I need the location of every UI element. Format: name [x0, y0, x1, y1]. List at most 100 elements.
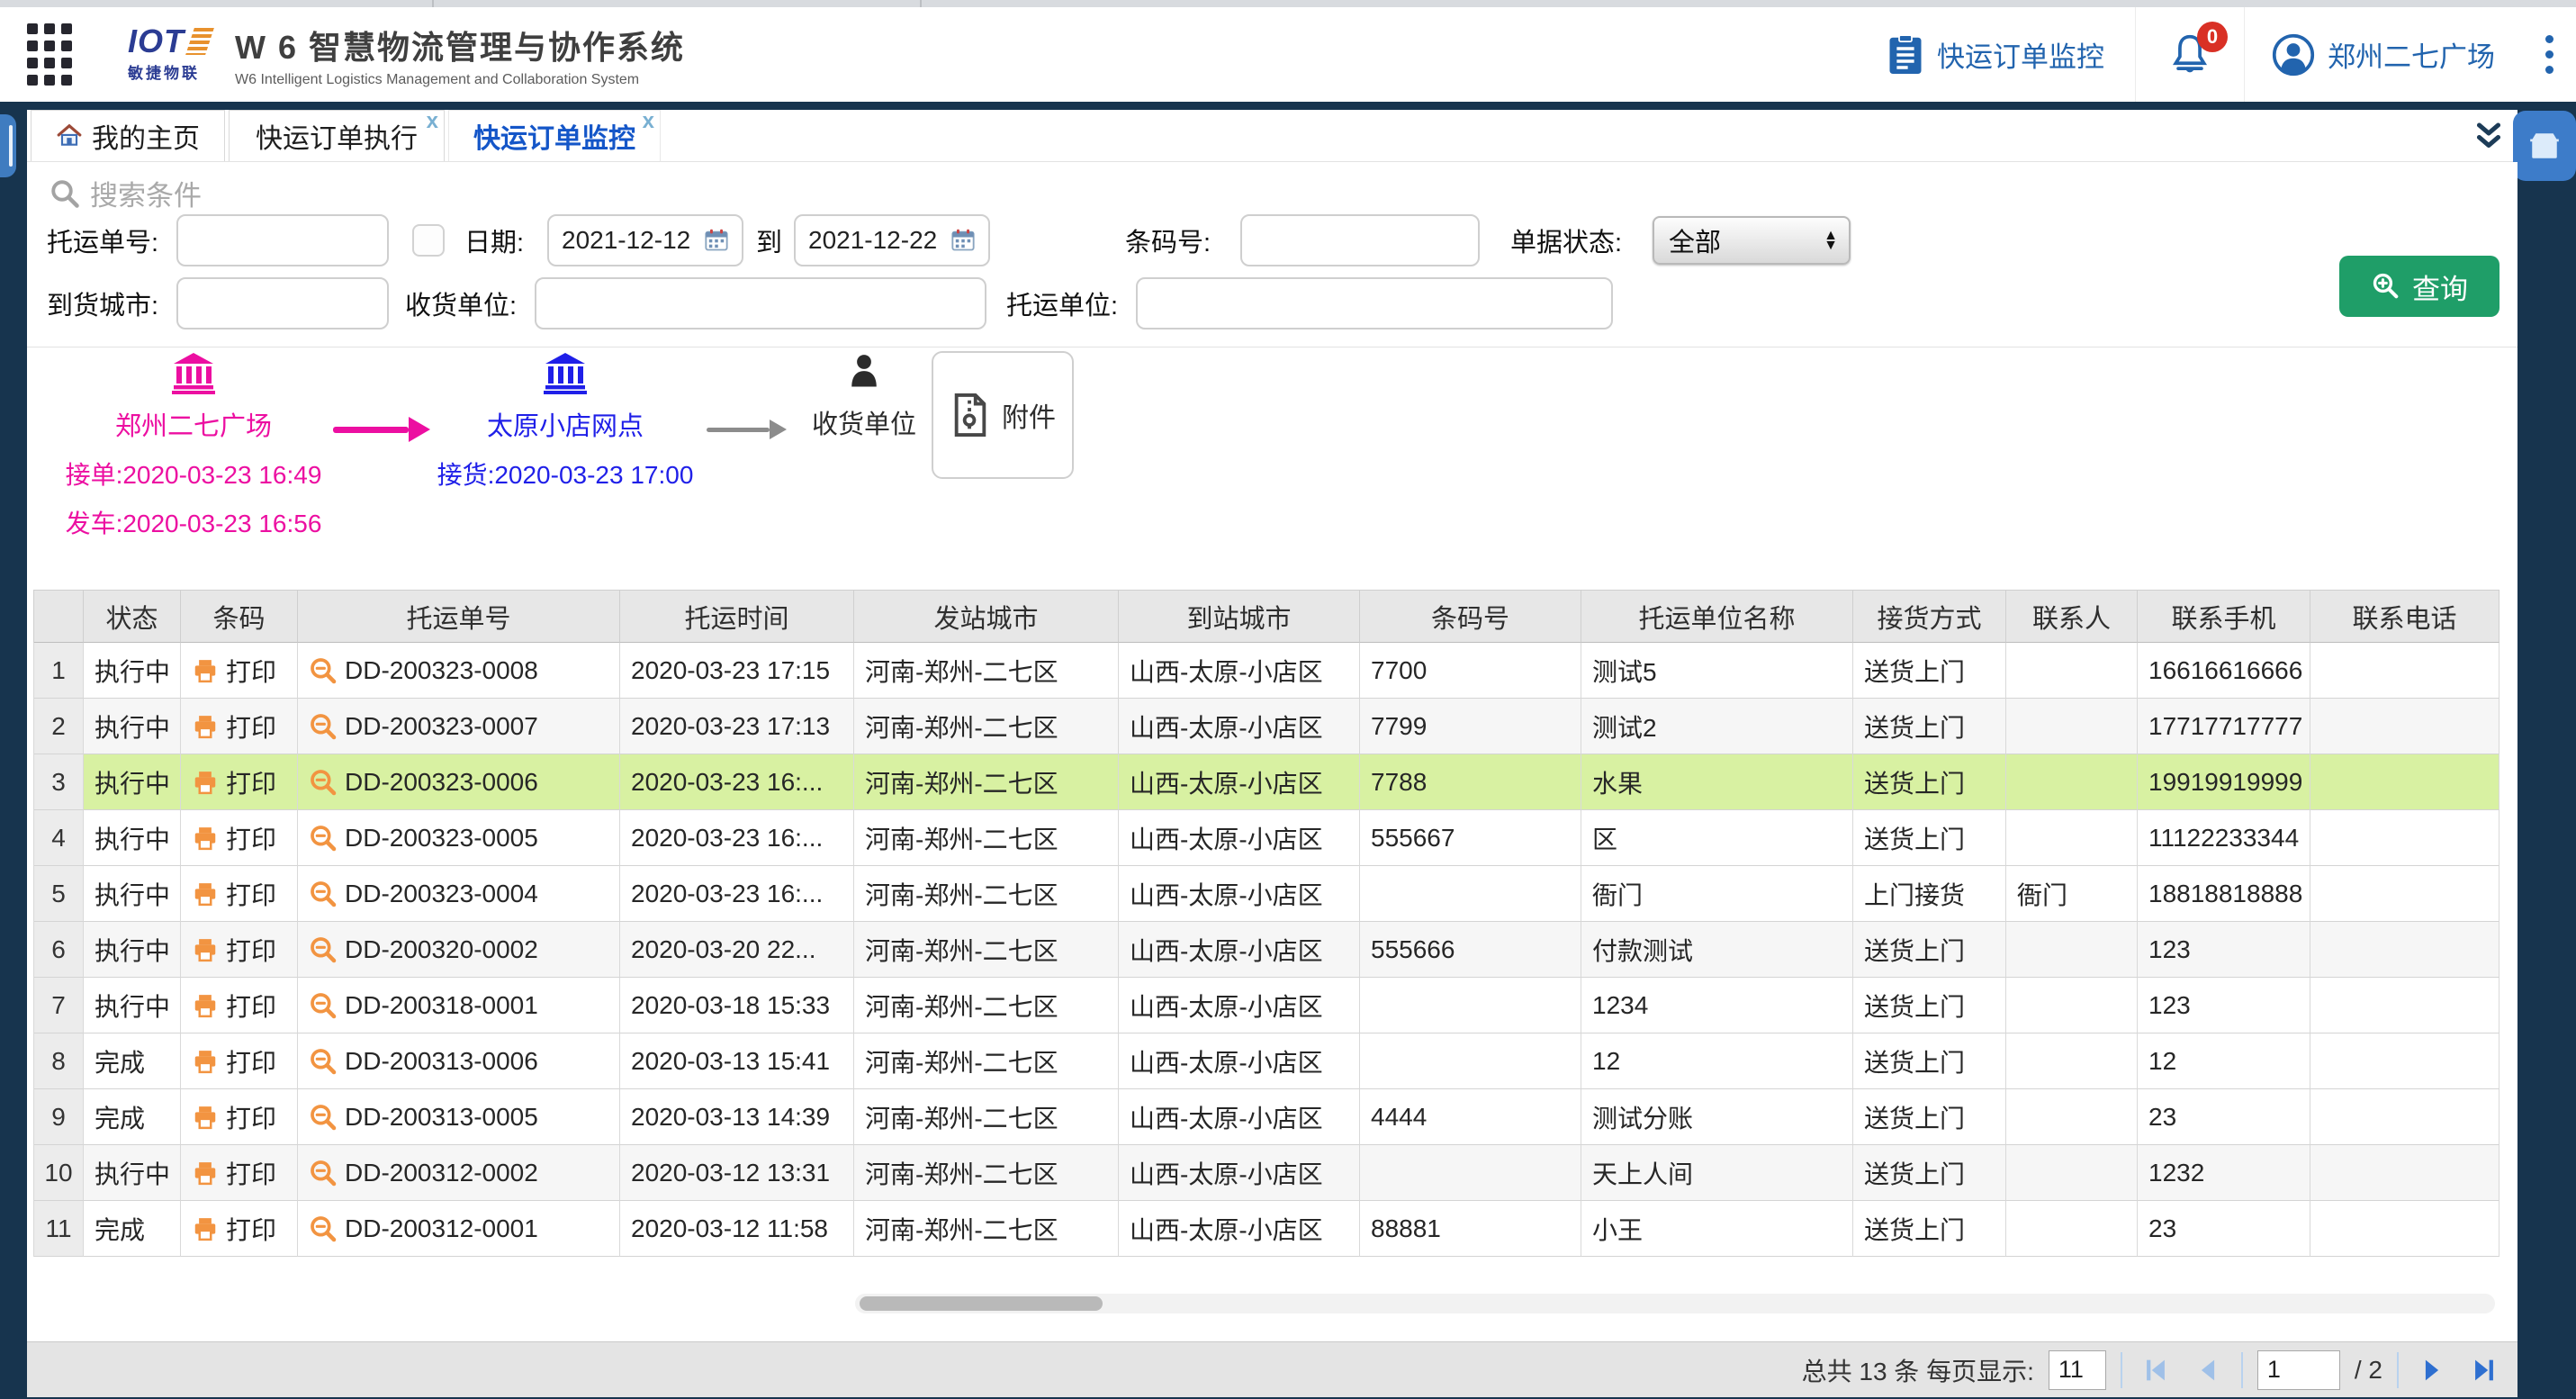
- column-header[interactable]: 接货方式: [1853, 591, 2006, 643]
- shipper-input[interactable]: [1136, 277, 1613, 329]
- cell-phone: [2310, 643, 2499, 699]
- column-header[interactable]: 条码: [181, 591, 298, 643]
- company-logo: IOT 敏捷物联: [128, 26, 210, 83]
- tab-order-monitor[interactable]: 快运订单监控 x: [448, 110, 661, 161]
- collapse-tabs-button[interactable]: [2472, 110, 2505, 161]
- scrollbar-thumb[interactable]: [860, 1296, 1103, 1311]
- cell-contact: 衙门: [2006, 866, 2138, 922]
- waybill-input[interactable]: [176, 214, 389, 266]
- last-page-button[interactable]: [2465, 1355, 2503, 1385]
- column-header[interactable]: 托运单位名称: [1581, 591, 1853, 643]
- status-select[interactable]: 全部 ▲▼: [1653, 216, 1851, 265]
- current-page-input[interactable]: [2257, 1350, 2340, 1390]
- date-from-input[interactable]: 2021-12-12: [547, 214, 743, 266]
- receiver-input[interactable]: [535, 277, 986, 329]
- dest-city-input[interactable]: [176, 277, 389, 329]
- print-button[interactable]: 打印: [181, 754, 298, 810]
- print-button[interactable]: 打印: [181, 978, 298, 1033]
- table-row[interactable]: 9完成打印DD-200313-00052020-03-13 14:39河南-郑州…: [33, 1089, 2499, 1145]
- user-menu[interactable]: 郑州二七广场: [2245, 7, 2522, 102]
- column-header[interactable]: 联系电话: [2310, 591, 2499, 643]
- table-row[interactable]: 5执行中打印DD-200323-00042020-03-23 16:...河南-…: [33, 866, 2499, 922]
- app-subtitle: W6 Intelligent Logistics Management and …: [235, 72, 685, 88]
- query-button[interactable]: 查询: [2339, 256, 2499, 317]
- archive-dock-button[interactable]: [2513, 111, 2576, 181]
- table-row[interactable]: 2执行中打印DD-200323-00072020-03-23 17:13河南-郑…: [33, 699, 2499, 754]
- waybill-link[interactable]: DD-200323-0005: [298, 810, 620, 866]
- origin-name: 郑州二七广场: [115, 405, 272, 443]
- date-filter-checkbox[interactable]: [412, 224, 445, 257]
- user-name: 郑州二七广场: [2328, 34, 2495, 75]
- waybill-link[interactable]: DD-200318-0001: [298, 978, 620, 1033]
- waybill-link[interactable]: DD-200323-0004: [298, 866, 620, 922]
- table-row[interactable]: 1执行中打印DD-200323-00082020-03-23 17:15河南-郑…: [33, 643, 2499, 699]
- table-row[interactable]: 4执行中打印DD-200323-00052020-03-23 16:...河南-…: [33, 810, 2499, 866]
- column-header[interactable]: 联系人: [2006, 591, 2138, 643]
- cell-time: 2020-03-13 15:41: [620, 1033, 854, 1089]
- next-page-button[interactable]: [2413, 1355, 2451, 1385]
- cell-barcode: [1360, 1033, 1581, 1089]
- magnifier-minus-icon: [309, 1047, 338, 1076]
- waybill-link[interactable]: DD-200323-0008: [298, 643, 620, 699]
- close-icon[interactable]: x: [643, 111, 654, 132]
- print-button[interactable]: 打印: [181, 1145, 298, 1201]
- print-button[interactable]: 打印: [181, 643, 298, 699]
- waybill-link[interactable]: DD-200313-0006: [298, 1033, 620, 1089]
- print-label: 打印: [226, 653, 276, 689]
- print-button[interactable]: 打印: [181, 1201, 298, 1257]
- waybill-link[interactable]: DD-200312-0001: [298, 1201, 620, 1257]
- column-header[interactable]: 到站城市: [1119, 591, 1360, 643]
- table-row[interactable]: 3执行中打印DD-200323-00062020-03-23 16:...河南-…: [33, 754, 2499, 810]
- page-size-input[interactable]: [2049, 1350, 2106, 1390]
- notifications-button[interactable]: 0: [2136, 7, 2244, 102]
- prev-page-button[interactable]: [2189, 1355, 2227, 1385]
- column-header[interactable]: 条码号: [1360, 591, 1581, 643]
- paging-prev-icon: [2193, 1355, 2223, 1385]
- cell-phone: [2310, 978, 2499, 1033]
- cell-mobile: 12: [2138, 1033, 2310, 1089]
- table-row[interactable]: 6执行中打印DD-200320-00022020-03-20 22...河南-郑…: [33, 922, 2499, 978]
- column-header[interactable]: 联系手机: [2138, 591, 2310, 643]
- cell-status: 完成: [84, 1201, 181, 1257]
- print-button[interactable]: 打印: [181, 1089, 298, 1145]
- tab-label: 快运订单监控: [473, 116, 635, 156]
- table-row[interactable]: 8完成打印DD-200313-00062020-03-13 15:41河南-郑州…: [33, 1033, 2499, 1089]
- app-launcher-grid-icon[interactable]: [27, 23, 74, 86]
- quick-link-order-monitor[interactable]: 快运订单监控: [1856, 7, 2135, 102]
- first-page-button[interactable]: [2137, 1355, 2175, 1385]
- barcode-input[interactable]: [1240, 214, 1480, 266]
- waybill-link[interactable]: DD-200323-0006: [298, 754, 620, 810]
- print-button[interactable]: 打印: [181, 699, 298, 754]
- column-header[interactable]: 托运单号: [298, 591, 620, 643]
- print-button[interactable]: 打印: [181, 922, 298, 978]
- attachment-button[interactable]: 附件: [932, 351, 1074, 479]
- close-icon[interactable]: x: [427, 111, 438, 132]
- waybill-link[interactable]: DD-200320-0002: [298, 922, 620, 978]
- search-icon: [49, 177, 81, 210]
- table-row[interactable]: 10执行中打印DD-200312-00022020-03-12 13:31河南-…: [33, 1145, 2499, 1201]
- table-row[interactable]: 7执行中打印DD-200318-00012020-03-18 15:33河南-郑…: [33, 978, 2499, 1033]
- column-header[interactable]: 发站城市: [854, 591, 1119, 643]
- waybill-link[interactable]: DD-200313-0005: [298, 1089, 620, 1145]
- print-button[interactable]: 打印: [181, 810, 298, 866]
- print-button[interactable]: 打印: [181, 1033, 298, 1089]
- horizontal-scrollbar[interactable]: [855, 1294, 2495, 1313]
- paging-first-icon: [2140, 1355, 2171, 1385]
- left-dock-button[interactable]: [0, 114, 16, 177]
- tab-order-execution[interactable]: 快运订单执行 x: [229, 110, 445, 161]
- kebab-menu-icon[interactable]: [2522, 7, 2576, 102]
- print-button[interactable]: 打印: [181, 866, 298, 922]
- archive-box-icon: [2525, 128, 2564, 164]
- waybill-link[interactable]: DD-200312-0002: [298, 1145, 620, 1201]
- date-to-input[interactable]: 2021-12-22: [794, 214, 990, 266]
- column-header[interactable]: 状态: [84, 591, 181, 643]
- paging-last-icon: [2469, 1355, 2499, 1385]
- table-row[interactable]: 11完成打印DD-200312-00012020-03-12 11:58河南-郑…: [33, 1201, 2499, 1257]
- waybill-link[interactable]: DD-200323-0007: [298, 699, 620, 754]
- tab-home[interactable]: 我的主页: [31, 110, 225, 161]
- cell-method: 送货上门: [1853, 1033, 2006, 1089]
- origin-received-time: 接单:2020-03-23 16:49: [66, 456, 322, 492]
- pagination-separator: [2397, 1352, 2399, 1388]
- table-body: 1执行中打印DD-200323-00082020-03-23 17:15河南-郑…: [33, 643, 2499, 1257]
- column-header[interactable]: 托运时间: [620, 591, 854, 643]
